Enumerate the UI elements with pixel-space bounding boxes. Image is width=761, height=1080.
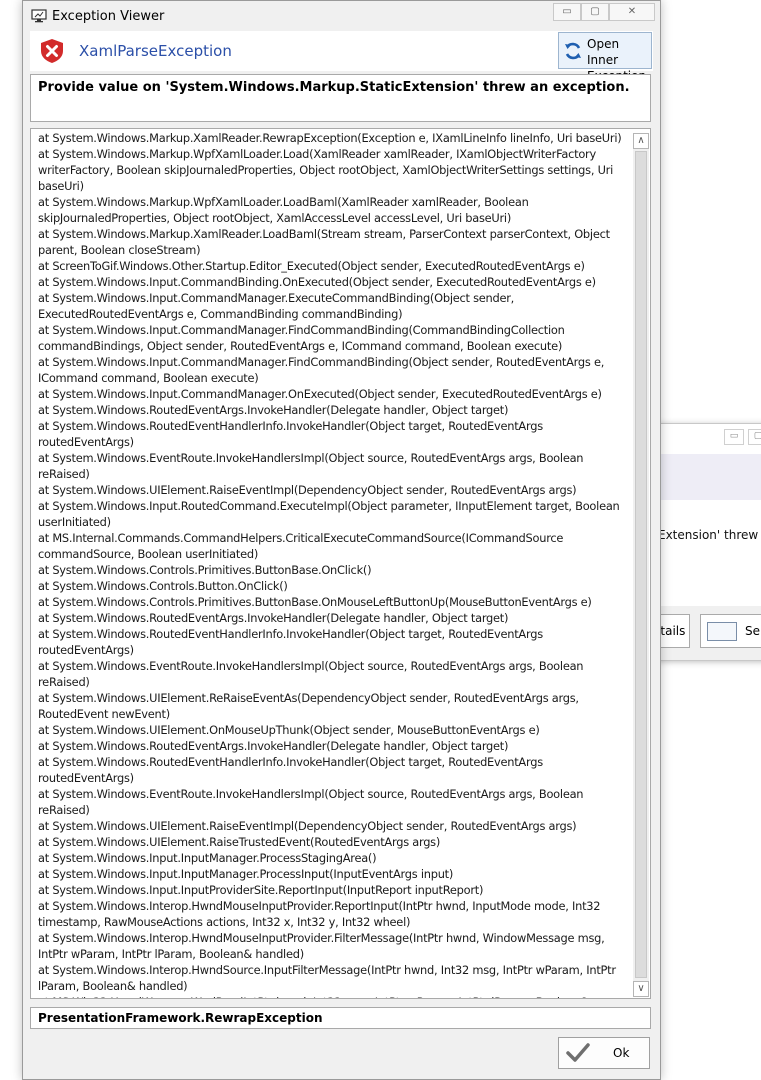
stack-trace-line: at System.Windows.Input.InputProviderSit… — [38, 883, 484, 897]
stack-trace-line: at System.Windows.RoutedEventHandlerInfo… — [38, 419, 543, 449]
stack-trace-line: at System.Windows.Input.CommandManager.O… — [38, 387, 602, 401]
stack-trace-line: at MS.Win32.HwndWrapper.WndProc(IntPtr h… — [38, 994, 628, 998]
stack-trace-line: at System.Windows.UIElement.RaiseEventIm… — [38, 483, 577, 497]
stack-trace-line: at System.Windows.Markup.XamlReader.Rewr… — [38, 131, 622, 145]
stack-trace-line: at System.Windows.Controls.Primitives.Bu… — [38, 595, 592, 609]
stack-trace-line: at System.Windows.Interop.HwndMouseInput… — [38, 899, 601, 929]
monitor-icon — [31, 9, 47, 23]
stack-trace-line: at System.Windows.Interop.HwndMouseInput… — [38, 931, 605, 961]
stack-trace-line: at System.Windows.UIElement.ReRaiseEvent… — [38, 691, 579, 721]
background-send-button[interactable]: Ser — [700, 614, 761, 648]
stack-trace-line: at System.Windows.Input.CommandBinding.O… — [38, 275, 596, 289]
maximize-button[interactable]: ▢ — [581, 3, 609, 21]
stack-trace-box[interactable]: at System.Windows.Markup.XamlReader.Rewr… — [30, 128, 651, 999]
stack-trace-line: at System.Windows.Controls.Button.OnClic… — [38, 579, 288, 593]
background-maximize-button[interactable]: ▢ — [748, 429, 761, 445]
stack-trace-line: at System.Windows.UIElement.RaiseTrusted… — [38, 835, 441, 849]
checkmark-icon — [566, 1043, 590, 1062]
background-window: ▭ ▢ Extension' threw a etails Ser — [652, 423, 761, 661]
background-send-label: Ser — [745, 624, 761, 638]
scroll-up-arrow[interactable]: ∧ — [633, 133, 649, 149]
scroll-down-arrow[interactable]: ∨ — [633, 981, 649, 997]
stack-trace-line: at System.Windows.UIElement.OnMouseUpThu… — [38, 723, 540, 737]
ok-button[interactable]: Ok — [558, 1037, 650, 1069]
stack-trace-line: at System.Windows.RoutedEventArgs.Invoke… — [38, 739, 509, 753]
title-bar[interactable]: Exception Viewer ▭ ▢ ✕ — [23, 1, 660, 31]
stack-trace-text: at System.Windows.Markup.XamlReader.Rewr… — [38, 130, 628, 998]
stack-trace-scrollbar[interactable]: ∧ ∨ — [633, 133, 649, 997]
stack-trace-line: at System.Windows.Markup.XamlReader.Load… — [38, 227, 610, 257]
exception-source-box[interactable]: PresentationFramework.RewrapException — [30, 1007, 651, 1029]
send-icon — [707, 622, 737, 641]
stack-trace-line: at System.Windows.Controls.Primitives.Bu… — [38, 563, 372, 577]
exception-message: Provide value on 'System.Windows.Markup.… — [38, 80, 630, 95]
exception-message-box[interactable]: Provide value on 'System.Windows.Markup.… — [30, 74, 651, 122]
stack-trace-line: at System.Windows.RoutedEventArgs.Invoke… — [38, 403, 509, 417]
stack-trace-line: at System.Windows.EventRoute.InvokeHandl… — [38, 451, 584, 481]
exception-viewer-window: Exception Viewer ▭ ▢ ✕ XamlParseExceptio… — [22, 0, 661, 1080]
stack-trace-line: at MS.Internal.Commands.CommandHelpers.C… — [38, 531, 564, 561]
window-title: Exception Viewer — [52, 9, 165, 24]
stack-trace-line: at System.Windows.EventRoute.InvokeHandl… — [38, 659, 584, 689]
stack-trace-line: at System.Windows.Input.InputManager.Pro… — [38, 867, 454, 881]
stack-trace-line: at System.Windows.Markup.WpfXamlLoader.L… — [38, 195, 529, 225]
background-message-fragment: Extension' threw a — [658, 528, 761, 542]
stack-trace-line: at System.Windows.UIElement.RaiseEventIm… — [38, 819, 577, 833]
stack-trace-line: at System.Windows.Input.RoutedCommand.Ex… — [38, 499, 620, 529]
stack-trace-line: at System.Windows.RoutedEventHandlerInfo… — [38, 627, 543, 657]
open-inner-exception-button[interactable]: Open Inner Exception — [558, 32, 652, 83]
background-window-titlebar: ▭ ▢ — [656, 424, 761, 452]
stack-trace-line: at ScreenToGif.Windows.Other.Startup.Edi… — [38, 259, 585, 273]
background-minimize-button[interactable]: ▭ — [724, 429, 744, 445]
close-button[interactable]: ✕ — [609, 3, 655, 21]
refresh-arrows-icon — [565, 42, 581, 60]
minimize-button[interactable]: ▭ — [553, 3, 581, 21]
stack-trace-line: at System.Windows.RoutedEventHandlerInfo… — [38, 755, 543, 785]
stack-trace-line: at System.Windows.Interop.HwndSource.Inp… — [38, 963, 616, 993]
stack-trace-line: at System.Windows.RoutedEventArgs.Invoke… — [38, 611, 509, 625]
background-window-header — [656, 454, 761, 500]
stack-trace-line: at System.Windows.Input.CommandManager.F… — [38, 355, 605, 385]
stack-trace-line: at System.Windows.Input.InputManager.Pro… — [38, 851, 377, 865]
stack-trace-line: at System.Windows.Input.CommandManager.F… — [38, 323, 565, 353]
exception-type-title: XamlParseException — [79, 42, 232, 60]
scroll-thumb[interactable] — [635, 151, 647, 978]
ok-label: Ok — [613, 1046, 630, 1060]
error-shield-icon — [41, 39, 63, 63]
stack-trace-line: at System.Windows.EventRoute.InvokeHandl… — [38, 787, 584, 817]
exception-source: PresentationFramework.RewrapException — [38, 1011, 323, 1025]
stack-trace-line: at System.Windows.Input.CommandManager.E… — [38, 291, 515, 321]
stack-trace-line: at System.Windows.Markup.WpfXamlLoader.L… — [38, 147, 614, 193]
